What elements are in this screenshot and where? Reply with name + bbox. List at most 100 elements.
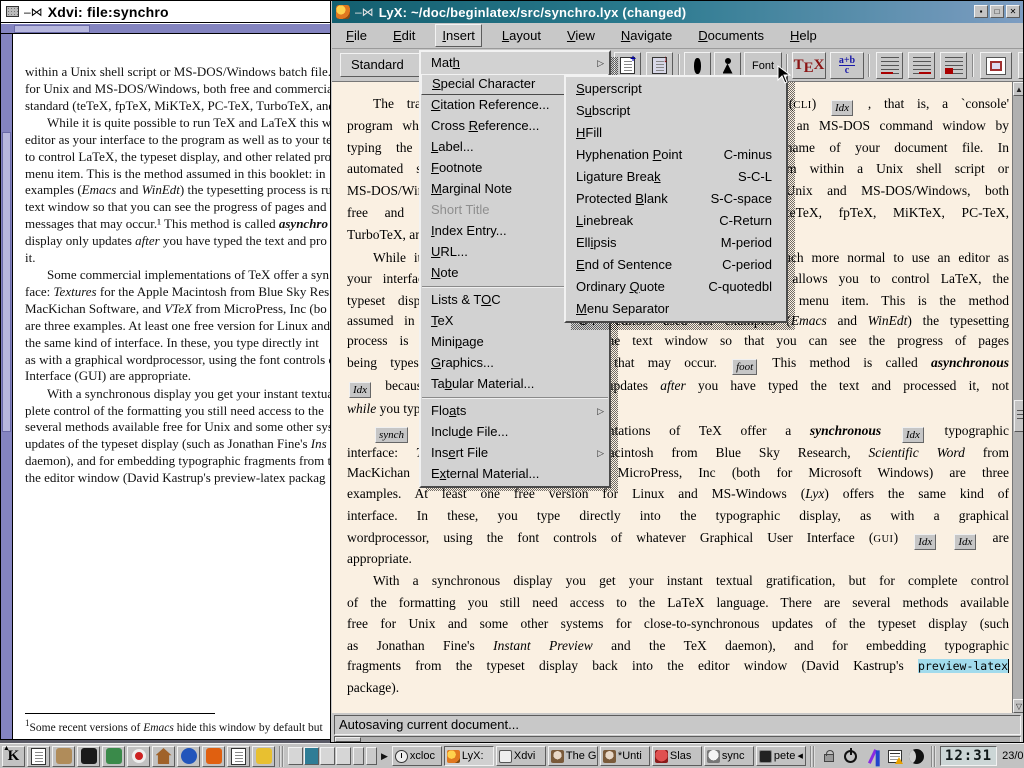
lyx-titlebar[interactable]: –⋈ LyX: ~/doc/beginlatex/src/synchro.lyx… (332, 1, 1023, 23)
margin-note-icon[interactable] (940, 52, 967, 79)
help-icon[interactable] (127, 746, 150, 767)
index-inset[interactable]: Idx (902, 427, 924, 443)
task-button-sync[interactable]: sync (704, 746, 754, 766)
desktop-1[interactable] (288, 747, 303, 765)
desktop-3[interactable] (320, 747, 335, 765)
insert-menu-item-minipage[interactable]: Minipage (421, 332, 609, 353)
scroll-up-icon[interactable]: ▲ (1013, 82, 1024, 96)
menu-edit[interactable]: Edit (387, 25, 421, 46)
task-button-lyx[interactable]: LyX: (444, 746, 494, 766)
menu-navigate[interactable]: Navigate (615, 25, 678, 46)
menu-file[interactable]: File (340, 25, 373, 46)
insert-figure-icon[interactable] (980, 52, 1012, 79)
char-submenu-item-linebreak[interactable]: LinebreakC-Return (566, 210, 786, 232)
minimize-button[interactable]: ▪ (974, 5, 988, 18)
lyx-vscroll-thumb[interactable] (1014, 400, 1024, 432)
xdvi-titlebar[interactable]: –⋈ Xdvi: file:synchro (1, 1, 337, 23)
menu-help[interactable]: Help (784, 25, 823, 46)
lyx-hscroll-thumb[interactable] (335, 737, 361, 742)
window-pin-icon[interactable]: –⋈ (355, 7, 374, 17)
label-inset[interactable]: synch (375, 427, 408, 443)
submenu-arrow-icon: ▷ (597, 443, 604, 463)
window-pin-icon[interactable]: –⋈ (24, 7, 43, 17)
char-submenu-item-superscript[interactable]: Superscript (566, 78, 786, 100)
xdvi-horizontal-scrollbar[interactable] (1, 24, 337, 34)
insert-menu-item-math[interactable]: Math▷ (421, 53, 609, 74)
task-button-xcloc[interactable]: xcloc (392, 746, 442, 766)
footnote-inset[interactable]: foot (732, 359, 757, 375)
index-inset[interactable]: Idx (954, 534, 976, 550)
menu-view[interactable]: View (561, 25, 601, 46)
klipper-icon[interactable] (52, 746, 75, 767)
dvi-text-line: within a Unix shell script or MS-DOS/Win… (25, 64, 338, 80)
dvi-text-line: the same kind of interface. In these, yo… (25, 335, 338, 351)
lyx-horizontal-scrollbar[interactable] (334, 736, 1021, 743)
xdvi-hscroll-thumb[interactable] (14, 25, 90, 33)
lock-icon[interactable] (819, 746, 839, 766)
insert-menu-item-external-material[interactable]: External Material... (421, 464, 609, 485)
tool-icon[interactable] (863, 746, 883, 766)
insert-menu-item-include-file[interactable]: Include File... (421, 422, 609, 443)
panel-expand-icon[interactable]: ▶ (379, 751, 390, 762)
insert-menu-item-floats[interactable]: Floats▷ (421, 401, 609, 422)
power-icon[interactable] (841, 746, 861, 766)
menu-insert[interactable]: Insert (435, 24, 482, 47)
menu-layout[interactable]: Layout (496, 25, 547, 46)
desktop-2[interactable] (304, 747, 319, 765)
kmail-icon[interactable] (202, 746, 225, 767)
doc-line: wordprocessor, using the font controls o… (347, 530, 1009, 552)
task-button-pete[interactable]: pete◀ (756, 746, 806, 766)
insert-menu-item-graphics[interactable]: Graphics... (421, 353, 609, 374)
xdvi-title-text: Xdvi: file:synchro (48, 4, 169, 20)
xdvi-vertical-scrollbar[interactable] (1, 34, 13, 740)
menubar: File Edit Insert Layout View Navigate Document… (332, 23, 1023, 49)
char-submenu-item-ellipsis[interactable]: EllipsisM-period (566, 232, 786, 254)
lyx-app-icon (336, 5, 350, 19)
moon-icon[interactable] (907, 746, 927, 766)
documents-icon[interactable] (227, 746, 250, 767)
control-center-icon[interactable] (102, 746, 125, 767)
insert-menu-item-insert-file[interactable]: Insert File▷ (421, 443, 609, 464)
index-inset[interactable]: Idx (914, 534, 936, 550)
pager-extra[interactable] (353, 747, 364, 765)
terminal-icon[interactable] (77, 746, 100, 767)
insert-menu-item-tabular-material[interactable]: Tabular Material... (421, 374, 609, 395)
desktop-pager[interactable] (288, 747, 351, 765)
close-button[interactable]: ✕ (1006, 5, 1020, 18)
pager-extra[interactable] (366, 747, 377, 765)
xdvi-vscroll-thumb[interactable] (2, 132, 11, 432)
desktop-4[interactable] (336, 747, 351, 765)
char-submenu-item-protected-blank[interactable]: Protected BlankS-C-space (566, 188, 786, 210)
index-inset[interactable]: Idx (349, 382, 371, 398)
editor-icon[interactable] (252, 746, 275, 767)
window-list-icon[interactable] (27, 746, 50, 767)
char-submenu-item-ligature-break[interactable]: Ligature BreakS-C-L (566, 166, 786, 188)
char-submenu-item-hfill[interactable]: HFill (566, 122, 786, 144)
insert-table-icon[interactable] (1018, 52, 1024, 79)
maximize-button[interactable]: □ (990, 5, 1004, 18)
home-icon[interactable] (152, 746, 175, 767)
char-submenu-item-end-of-sentence[interactable]: End of SentenceC-period (566, 254, 786, 276)
menu-documents[interactable]: Documents (692, 25, 770, 46)
char-submenu-item-ordinary-quote[interactable]: Ordinary QuoteC-quotedbl (566, 276, 786, 298)
dvi-text-line: as with a graphical wordprocessor, using… (25, 352, 338, 368)
depth-decrease-icon[interactable] (876, 52, 903, 79)
task-button-slas[interactable]: Slas (652, 746, 702, 766)
index-inset[interactable]: Idx (831, 100, 853, 116)
scroll-down-icon[interactable]: ▽ (1013, 699, 1024, 713)
window-menu-icon[interactable] (6, 6, 19, 17)
math-mode-icon[interactable]: a+bc (830, 52, 864, 79)
kmenu-icon[interactable]: ▲K (2, 746, 25, 767)
task-button-xdvi[interactable]: Xdvi (496, 746, 546, 766)
browser-icon[interactable] (177, 746, 200, 767)
char-submenu-item-subscript[interactable]: Subscript (566, 100, 786, 122)
tex-mode-button[interactable]: TEX (792, 52, 826, 79)
calendar-icon[interactable] (885, 746, 905, 766)
depth-increase-icon[interactable] (908, 52, 935, 79)
char-submenu-item-hyphenation-point[interactable]: Hyphenation PointC-minus (566, 144, 786, 166)
lyx-vertical-scrollbar[interactable]: ▲ ▽ (1012, 82, 1024, 713)
task-button-unti[interactable]: *Unti (600, 746, 650, 766)
char-submenu-item-menu-separator[interactable]: Menu Separator (566, 298, 786, 320)
desktop: –⋈ Xdvi: file:synchro within a Unix shel… (0, 0, 1024, 768)
task-button-theg[interactable]: The G (548, 746, 598, 766)
